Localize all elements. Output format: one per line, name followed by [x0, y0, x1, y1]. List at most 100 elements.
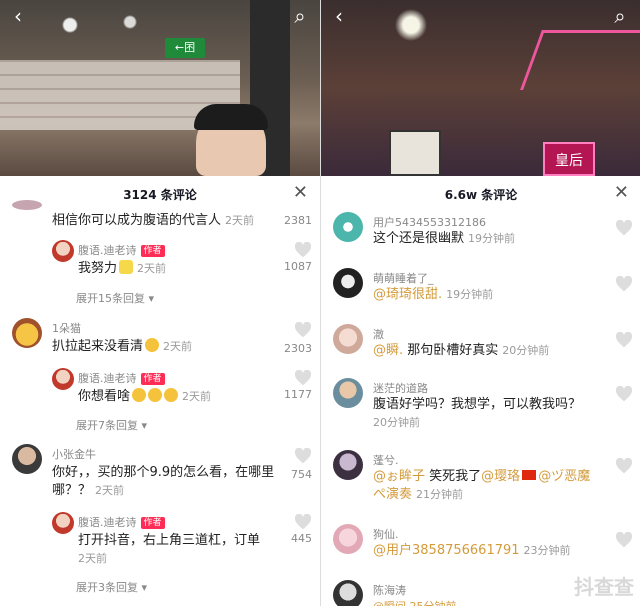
- avatar[interactable]: [12, 200, 42, 210]
- like-count: 2381: [284, 214, 312, 227]
- comment-sheet: 6.6w 条评论 ✕ 用户5434553312186 这个还是很幽默 19分钟前 …: [321, 176, 640, 606]
- author-tag: 作者: [140, 245, 165, 257]
- comment-author[interactable]: 澈: [373, 326, 384, 342]
- comment-item[interactable]: 1朵猫 扒拉起来没看清 2天前 2303: [12, 318, 312, 362]
- mention-link[interactable]: @用户3858756661791: [373, 543, 520, 558]
- expand-replies[interactable]: 展开15条回复 ▾: [76, 290, 154, 306]
- comment-text: @用户3858756661791 23分钟前: [373, 543, 571, 558]
- person-hair: [194, 104, 268, 130]
- avatar[interactable]: [333, 268, 363, 298]
- shop-sign: 皇后: [543, 142, 595, 176]
- avatar[interactable]: [52, 368, 74, 390]
- avatar[interactable]: [12, 444, 42, 474]
- back-icon[interactable]: ‹: [6, 4, 30, 28]
- avatar[interactable]: [333, 212, 363, 242]
- expand-replies[interactable]: 展开7条回复 ▾: [76, 417, 147, 433]
- search-icon[interactable]: ⌕: [608, 4, 632, 28]
- heart-icon[interactable]: [615, 532, 633, 548]
- exit-sign: ←囨: [165, 38, 205, 58]
- avatar[interactable]: [333, 378, 363, 408]
- search-icon[interactable]: ⌕: [288, 4, 312, 28]
- heart-icon[interactable]: [294, 242, 312, 258]
- close-icon[interactable]: ✕: [293, 182, 308, 204]
- heart-icon[interactable]: [615, 332, 633, 348]
- reply-author[interactable]: 腹语.迪老诗 作者: [78, 514, 165, 530]
- flag-emoji: [522, 470, 537, 480]
- avatar[interactable]: [52, 512, 74, 534]
- comment-item[interactable]: 蓬兮. @ぉ眸子 笑死我了@璎珞 @ヅ恶魔ぺ演奏 21分钟前: [333, 448, 633, 512]
- mention-link[interactable]: @瞬.: [373, 343, 403, 358]
- reply-item[interactable]: 腹语.迪老诗 作者 打开抖音，右上角三道杠，订单 2天前 445: [12, 510, 312, 566]
- mention-link[interactable]: 璎珞: [494, 469, 520, 484]
- mention-link[interactable]: @ぉ眸子: [373, 469, 425, 484]
- mention-link[interactable]: @: [481, 469, 494, 484]
- video-background: 皇后: [321, 0, 640, 176]
- avatar[interactable]: [333, 324, 363, 354]
- mention-link[interactable]: @琦琦很甜.: [373, 287, 442, 302]
- comment-author[interactable]: 陈海涛: [373, 582, 406, 598]
- left-screenshot: ←囨 ‹ ⌕ 3124 条评论 ✕ 相信你可以成为腹语的代言人 2天前 2381 …: [0, 0, 320, 606]
- comment-count-title: 6.6w 条评论: [444, 188, 518, 202]
- poster: [389, 130, 441, 176]
- comment-author[interactable]: 蓬兮.: [373, 452, 399, 468]
- emoji: [132, 388, 147, 402]
- author-tag: 作者: [140, 517, 165, 529]
- emoji: [145, 338, 160, 352]
- avatar[interactable]: [52, 240, 74, 262]
- heart-icon[interactable]: [294, 448, 312, 464]
- heart-icon[interactable]: [615, 386, 633, 402]
- comment-item[interactable]: 迷茫的道路 腹语好学吗？我想学，可以教我吗？ 20分钟前: [333, 376, 633, 436]
- comment-text: 你好，，买的那个9.9的怎么看，在哪里哪？？ 2天前: [52, 465, 275, 498]
- emoji: [148, 388, 163, 402]
- comment-author[interactable]: 用户5434553312186: [373, 214, 486, 230]
- heart-icon[interactable]: [294, 322, 312, 338]
- comment-text: @琦琦很甜. 19分钟前: [373, 287, 494, 302]
- author-tag: 作者: [140, 373, 165, 385]
- comment-author[interactable]: 1朵猫: [52, 320, 81, 336]
- right-screenshot: 皇后 ‹ ⌕ 6.6w 条评论 ✕ 用户5434553312186 这个还是很幽…: [320, 0, 640, 606]
- reply-item[interactable]: 腹语.迪老诗 作者 你想看啥 2天前 1177: [12, 366, 312, 410]
- heart-icon[interactable]: [615, 276, 633, 292]
- comment-text: @瞬. 那句卧槽好真实 20分钟前: [373, 343, 550, 358]
- comment-author[interactable]: 狗仙.: [373, 526, 399, 542]
- comment-author[interactable]: 小张金牛: [52, 446, 96, 462]
- reply-item[interactable]: 腹语.迪老诗 作者 我努力 2天前 1087: [12, 238, 312, 298]
- like-count: 2303: [284, 342, 312, 355]
- comment-text: 腹语好学吗？我想学，可以教我吗？ 20分钟前: [373, 397, 582, 429]
- like-count: 1177: [284, 388, 312, 401]
- neon-light: [520, 30, 640, 90]
- heart-icon[interactable]: [294, 514, 312, 530]
- heart-icon[interactable]: [615, 458, 633, 474]
- comment-item[interactable]: 萌萌睡着了_ @琦琦很甜. 19分钟前: [333, 266, 633, 310]
- comment-item[interactable]: 狗仙. @用户3858756661791 23分钟前: [333, 522, 633, 566]
- comment-sheet: 3124 条评论 ✕ 相信你可以成为腹语的代言人 2天前 2381 腹语.迪老诗作…: [0, 176, 320, 606]
- heart-icon[interactable]: [615, 220, 633, 236]
- comment-count-title: 3124 条评论: [123, 188, 197, 202]
- heart-icon[interactable]: [294, 370, 312, 386]
- avatar[interactable]: [12, 318, 42, 348]
- comment-item[interactable]: 相信你可以成为腹语的代言人 2天前 2381: [12, 200, 312, 236]
- comment-text: 相信你可以成为腹语的代言人 2天前: [52, 213, 255, 228]
- watermark: 抖查查: [574, 575, 634, 599]
- comment-item[interactable]: 小张金牛 你好，，买的那个9.9的怎么看，在哪里哪？？ 2天前 754: [12, 444, 312, 504]
- comment-text: 扒拉起来没看清 2天前: [52, 338, 193, 354]
- reply-author[interactable]: 腹语.迪老诗 作者: [78, 370, 165, 386]
- comment-item[interactable]: 用户5434553312186 这个还是很幽默 19分钟前: [333, 210, 633, 254]
- like-count: 754: [291, 468, 312, 481]
- expand-replies[interactable]: 展开3条回复 ▾: [76, 579, 147, 595]
- reply-text: 打开抖音，右上角三道杠，订单 2天前: [78, 533, 261, 565]
- avatar[interactable]: [333, 580, 363, 606]
- comment-author[interactable]: 迷茫的道路: [373, 380, 428, 396]
- comment-author[interactable]: 萌萌睡着了_: [373, 270, 434, 286]
- like-count: 1087: [284, 260, 312, 273]
- close-icon[interactable]: ✕: [614, 182, 629, 204]
- heart-emoji: [119, 260, 134, 274]
- comment-text: 这个还是很幽默 19分钟前: [373, 231, 516, 246]
- back-icon[interactable]: ‹: [327, 4, 351, 28]
- avatar[interactable]: [333, 450, 363, 480]
- avatar[interactable]: [333, 524, 363, 554]
- comment-text: @瞬间 25分钟前: [373, 598, 457, 606]
- reply-text: 我努力 2天前: [78, 260, 167, 276]
- comment-item[interactable]: 澈 @瞬. 那句卧槽好真实 20分钟前: [333, 322, 633, 366]
- reply-author[interactable]: 腹语.迪老诗 作者: [78, 242, 165, 258]
